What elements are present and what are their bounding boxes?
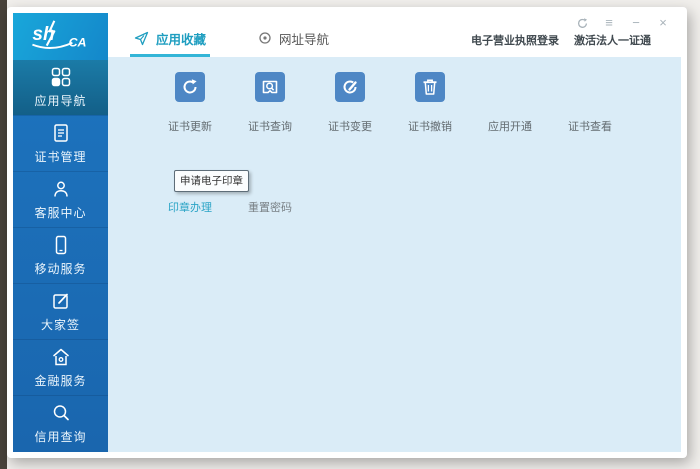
app-item-label: 证书查看 [568,118,612,134]
minimize-button[interactable]: − [628,15,644,31]
main-area: ≡ − × 应用收藏 网址导航 [108,13,681,452]
app-grid-row-2: 印章办理 重置密码 [150,199,310,215]
send-icon [134,31,149,46]
sidebar-item-label: 金融服务 [34,372,86,389]
app-item-cert-renew[interactable]: 证书更新 [150,72,230,134]
seal-handling-link[interactable]: 印章办理 [168,199,212,215]
sidebar-item-label: 移动服务 [34,260,86,277]
missing-icon [575,72,605,102]
sidebar-item-customer-service[interactable]: 客服中心 [13,171,108,227]
content-area: 证书更新 证书查询 [108,57,681,452]
tab-app-favorites[interactable]: 应用收藏 [130,25,210,57]
sign-pen-icon [50,290,72,312]
header-tabs: 应用收藏 网址导航 [130,25,333,57]
document-icon [50,122,72,144]
person-icon [50,178,72,200]
phone-icon [50,234,72,256]
app-item-app-activation[interactable]: 应用开通 [470,72,550,134]
tab-label: 网址导航 [279,29,329,48]
cert-search-icon [255,72,285,102]
app-grid-icon [50,66,72,88]
app-item-seal-handling[interactable]: 印章办理 [150,199,230,215]
trash-icon [415,72,445,102]
e-business-license-login-link[interactable]: 电子营业执照登录 [471,32,559,48]
app-item-label: 证书变更 [328,118,372,134]
sidebar-item-label: 信用查询 [34,428,86,445]
activate-legal-person-link[interactable]: 激活法人一证通 [574,32,651,48]
sidebar-item-cert-management[interactable]: 证书管理 [13,115,108,171]
bank-home-icon [50,346,72,368]
window-controls: ≡ − × [574,15,671,31]
location-pin-icon [258,31,272,45]
app-item-cert-query[interactable]: 证书查询 [230,72,310,134]
reset-password-link[interactable]: 重置密码 [248,199,292,215]
sidebar-item-financial-service[interactable]: 金融服务 [13,339,108,395]
sidebar-item-credit-inquiry[interactable]: 信用查询 [13,395,108,451]
sidebar-item-app-navigation[interactable]: 应用导航 [13,60,108,115]
tab-label: 应用收藏 [156,29,206,48]
sheca-logo-icon: sh CA [19,17,103,57]
header-bar: ≡ − × 应用收藏 网址导航 [108,13,681,57]
app-grid-row-1: 证书更新 证书查询 [150,72,630,134]
app-item-reset-password[interactable]: 重置密码 [230,199,310,215]
cert-change-icon [335,72,365,102]
missing-icon [495,72,525,102]
app-item-label: 证书撤销 [408,118,452,134]
search-icon [50,402,72,424]
app-window: sh CA 应用导航 证书管理 [7,7,687,458]
tooltip-apply-eseal: 申请电子印章 [174,170,249,192]
tab-url-navigation[interactable]: 网址导航 [254,25,333,57]
app-item-label: 证书更新 [168,118,212,134]
menu-icon[interactable]: ≡ [601,15,617,31]
header-links: 电子营业执照登录 激活法人一证通 [471,32,651,48]
feedback-icon[interactable] [574,15,590,31]
sidebar: sh CA 应用导航 证书管理 [13,13,108,452]
sidebar-item-label: 客服中心 [34,204,86,221]
sidebar-item-label: 应用导航 [34,92,86,109]
refresh-icon [175,72,205,102]
app-item-cert-view[interactable]: 证书查看 [550,72,630,134]
sidebar-item-label: 大家签 [41,316,80,333]
sheca-logo: sh CA [13,13,108,60]
app-item-cert-revoke[interactable]: 证书撤销 [390,72,470,134]
app-item-label: 证书查询 [248,118,292,134]
app-item-cert-change[interactable]: 证书变更 [310,72,390,134]
close-button[interactable]: × [655,15,671,31]
sidebar-item-label: 证书管理 [34,148,86,165]
svg-text:CA: CA [68,35,86,49]
sidebar-item-mobile-service[interactable]: 移动服务 [13,227,108,283]
app-item-label: 应用开通 [488,118,532,134]
desktop-edge-strip [0,0,7,469]
sidebar-item-dajiaqian[interactable]: 大家签 [13,283,108,339]
